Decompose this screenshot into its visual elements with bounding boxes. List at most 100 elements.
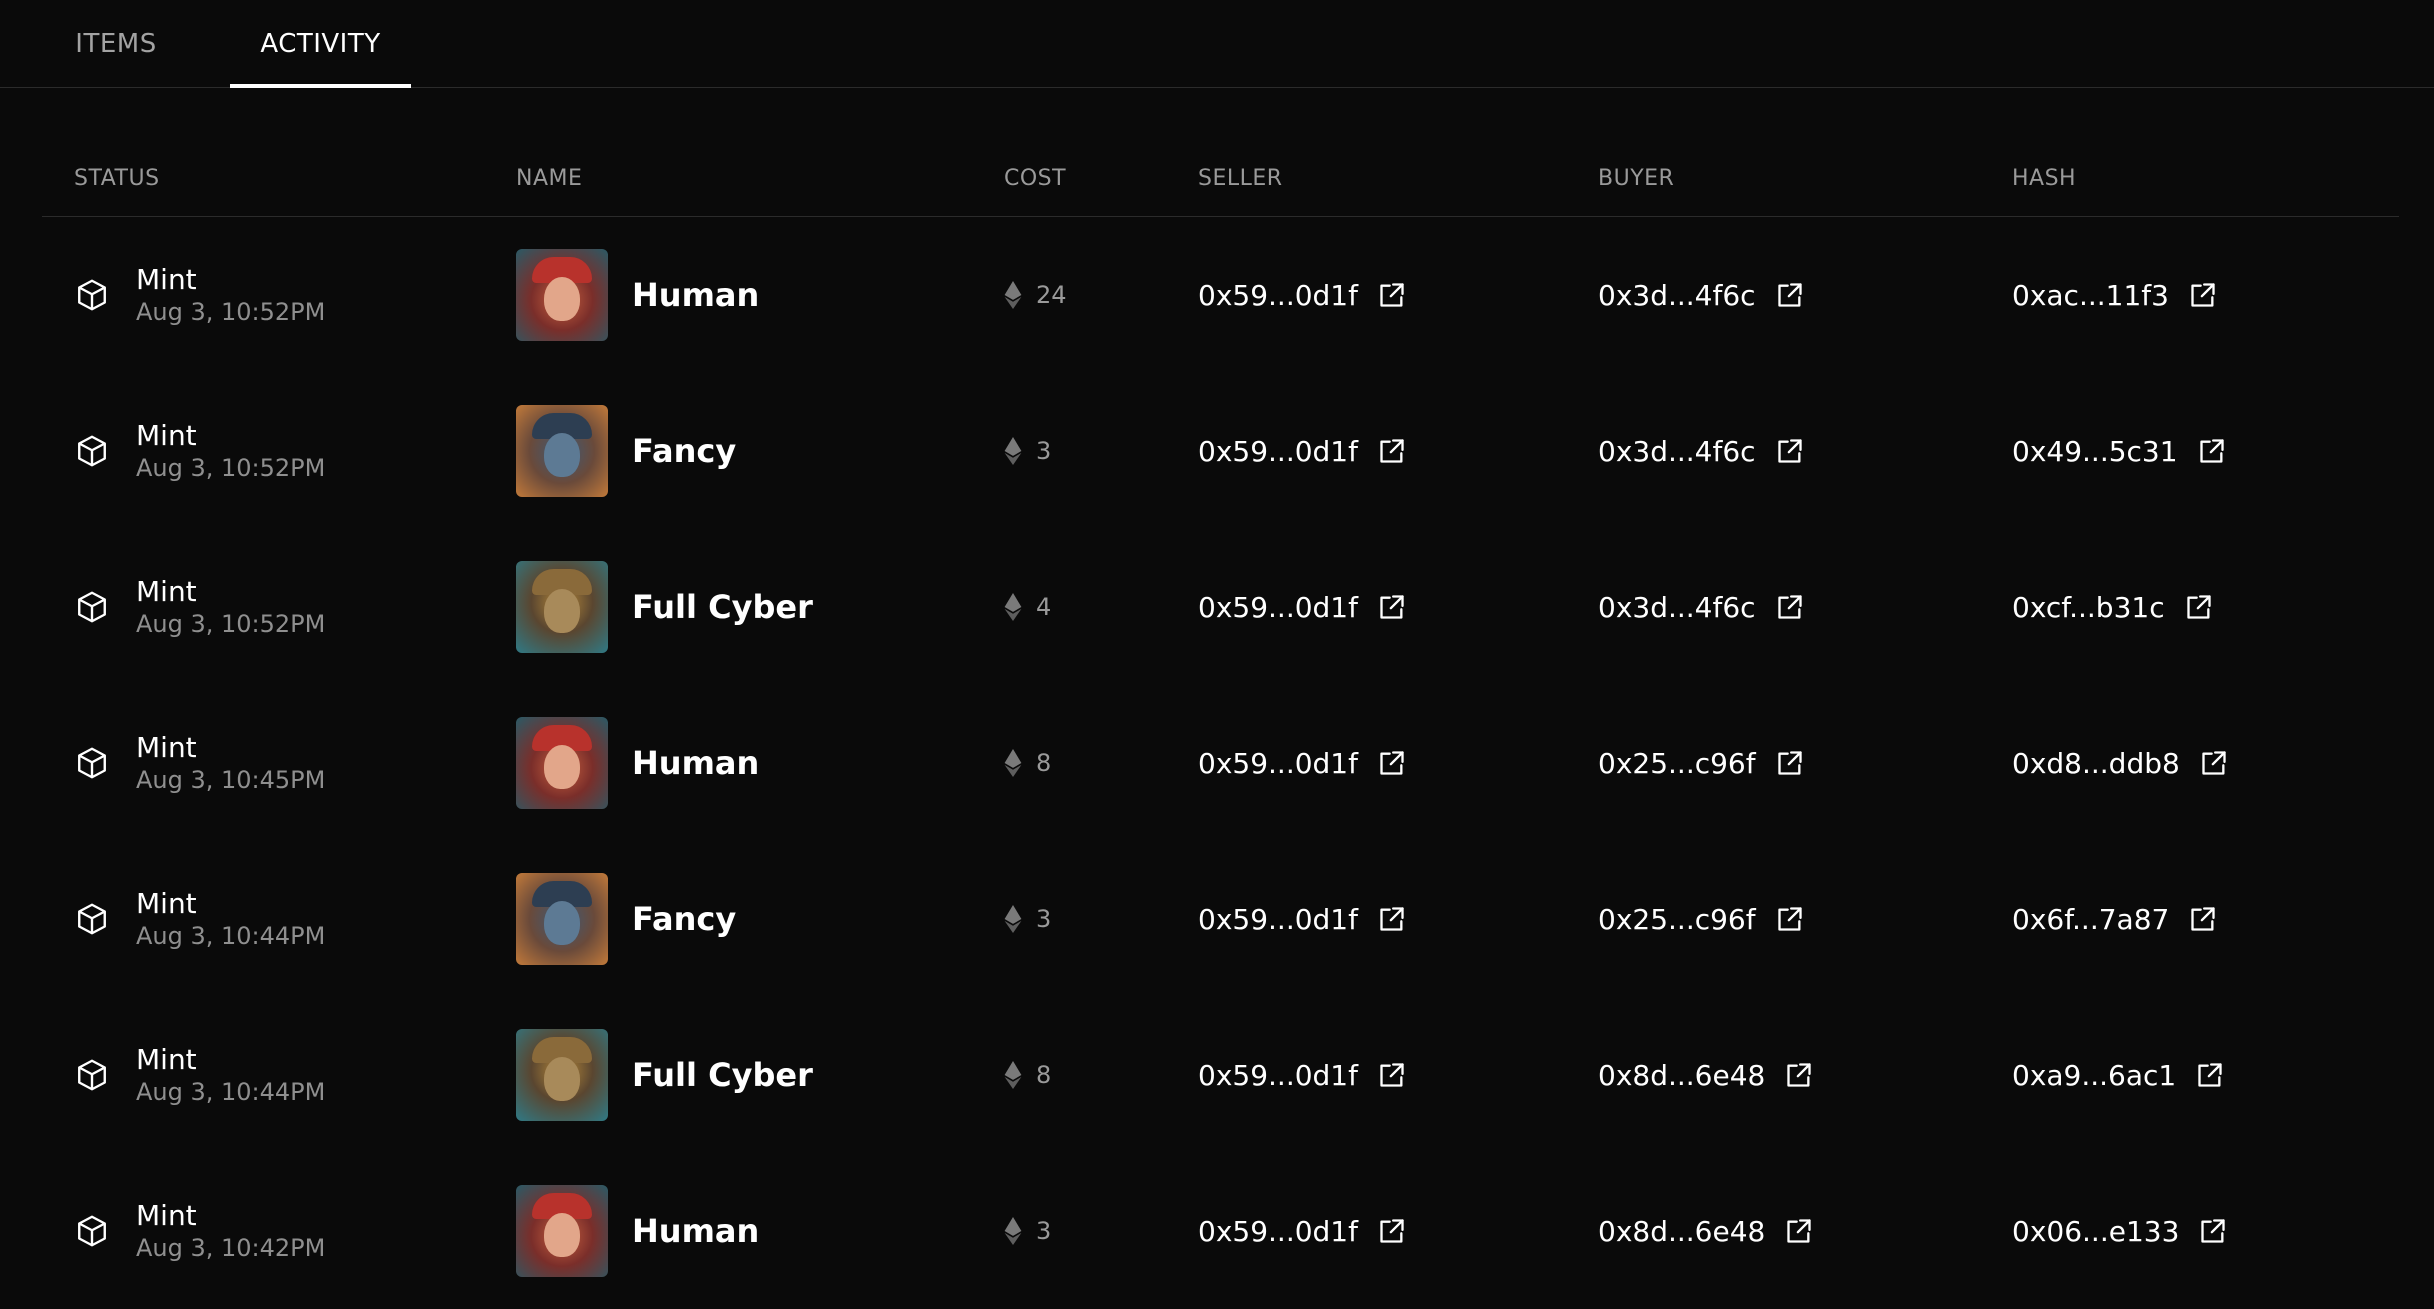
external-link-icon[interactable] xyxy=(2189,905,2217,933)
item-name[interactable]: Human xyxy=(632,744,759,782)
seller-address[interactable]: 0x59...0d1f xyxy=(1198,279,1358,312)
external-link-icon[interactable] xyxy=(1378,437,1406,465)
status-timestamp: Aug 3, 10:44PM xyxy=(136,922,326,950)
table-row[interactable]: Mint Aug 3, 10:44PM Full Cyber 8 0x59...… xyxy=(42,997,2399,1153)
item-name[interactable]: Fancy xyxy=(632,432,736,470)
status-timestamp: Aug 3, 10:52PM xyxy=(136,298,326,326)
external-link-icon[interactable] xyxy=(1776,593,1804,621)
seller-cell: 0x59...0d1f xyxy=(1198,373,1406,529)
transaction-hash[interactable]: 0x06...e133 xyxy=(2012,1215,2179,1248)
external-link-icon[interactable] xyxy=(1776,905,1804,933)
name-cell[interactable]: Full Cyber xyxy=(516,997,813,1153)
item-name[interactable]: Fancy xyxy=(632,900,736,938)
cost-cell: 8 xyxy=(1004,997,1051,1153)
cost-value: 24 xyxy=(1036,281,1067,309)
nft-thumbnail[interactable] xyxy=(516,405,608,497)
external-link-icon[interactable] xyxy=(1378,281,1406,309)
table-row[interactable]: Mint Aug 3, 10:52PM Fancy 3 0x59...0d1f xyxy=(42,373,2399,529)
table-row[interactable]: Mint Aug 3, 10:52PM Human 24 0x59...0d1f xyxy=(42,217,2399,373)
status-cell: Mint Aug 3, 10:44PM xyxy=(74,997,325,1153)
nft-thumbnail[interactable] xyxy=(516,249,608,341)
buyer-address[interactable]: 0x8d...6e48 xyxy=(1598,1059,1765,1092)
buyer-cell: 0x3d...4f6c xyxy=(1598,373,1804,529)
item-name[interactable]: Human xyxy=(632,276,759,314)
seller-address[interactable]: 0x59...0d1f xyxy=(1198,1059,1358,1092)
buyer-address[interactable]: 0x3d...4f6c xyxy=(1598,435,1756,468)
external-link-icon[interactable] xyxy=(1785,1217,1813,1245)
external-link-icon[interactable] xyxy=(1378,905,1406,933)
item-name[interactable]: Full Cyber xyxy=(632,1056,813,1094)
buyer-address[interactable]: 0x3d...4f6c xyxy=(1598,279,1756,312)
seller-address[interactable]: 0x59...0d1f xyxy=(1198,747,1358,780)
external-link-icon[interactable] xyxy=(2189,281,2217,309)
status-label: Mint xyxy=(136,731,197,764)
external-link-icon[interactable] xyxy=(1378,1217,1406,1245)
name-cell[interactable]: Human xyxy=(516,217,759,373)
seller-address[interactable]: 0x59...0d1f xyxy=(1198,435,1358,468)
table-row[interactable]: Mint Aug 3, 10:42PM Human 3 0x59...0d1f xyxy=(42,1153,2399,1309)
tab-activity[interactable]: ACTIVITY xyxy=(230,0,411,88)
external-link-icon[interactable] xyxy=(2199,1217,2227,1245)
nft-thumbnail[interactable] xyxy=(516,1185,608,1277)
transaction-hash[interactable]: 0x49...5c31 xyxy=(2012,435,2178,468)
item-name[interactable]: Human xyxy=(632,1212,759,1250)
buyer-address[interactable]: 0x8d...6e48 xyxy=(1598,1215,1765,1248)
transaction-hash[interactable]: 0xcf...b31c xyxy=(2012,591,2165,624)
external-link-icon[interactable] xyxy=(1378,593,1406,621)
name-cell[interactable]: Fancy xyxy=(516,373,736,529)
seller-address[interactable]: 0x59...0d1f xyxy=(1198,591,1358,624)
cost-cell: 4 xyxy=(1004,529,1051,685)
external-link-icon[interactable] xyxy=(1785,1061,1813,1089)
seller-address[interactable]: 0x59...0d1f xyxy=(1198,903,1358,936)
status-label: Mint xyxy=(136,1043,197,1076)
external-link-icon[interactable] xyxy=(2198,437,2226,465)
external-link-icon[interactable] xyxy=(2185,593,2213,621)
seller-cell: 0x59...0d1f xyxy=(1198,841,1406,997)
nft-thumbnail[interactable] xyxy=(516,717,608,809)
seller-cell: 0x59...0d1f xyxy=(1198,1153,1406,1309)
external-link-icon[interactable] xyxy=(1378,1061,1406,1089)
status-label: Mint xyxy=(136,419,197,452)
external-link-icon[interactable] xyxy=(2200,749,2228,777)
name-cell[interactable]: Full Cyber xyxy=(516,529,813,685)
buyer-address[interactable]: 0x25...c96f xyxy=(1598,747,1756,780)
activity-table: STATUS NAME COST SELLER BUYER HASH Mint … xyxy=(42,150,2399,1309)
status-cell: Mint Aug 3, 10:45PM xyxy=(74,685,325,841)
external-link-icon[interactable] xyxy=(2196,1061,2224,1089)
hash-cell: 0xcf...b31c xyxy=(2012,529,2213,685)
name-cell[interactable]: Human xyxy=(516,685,759,841)
transaction-hash[interactable]: 0xd8...ddb8 xyxy=(2012,747,2180,780)
buyer-cell: 0x8d...6e48 xyxy=(1598,1153,1813,1309)
tab-items[interactable]: ITEMS xyxy=(75,0,157,87)
name-cell[interactable]: Human xyxy=(516,1153,759,1309)
buyer-address[interactable]: 0x3d...4f6c xyxy=(1598,591,1756,624)
nft-thumbnail[interactable] xyxy=(516,873,608,965)
status-label: Mint xyxy=(136,575,197,608)
cube-icon xyxy=(78,279,106,311)
buyer-address[interactable]: 0x25...c96f xyxy=(1598,903,1756,936)
transaction-hash[interactable]: 0xac...11f3 xyxy=(2012,279,2169,312)
ethereum-icon xyxy=(1004,593,1022,621)
status-cell: Mint Aug 3, 10:52PM xyxy=(74,529,325,685)
nft-thumbnail[interactable] xyxy=(516,561,608,653)
item-name[interactable]: Full Cyber xyxy=(632,588,813,626)
table-row[interactable]: Mint Aug 3, 10:52PM Full Cyber 4 0x59...… xyxy=(42,529,2399,685)
hash-cell: 0x06...e133 xyxy=(2012,1153,2227,1309)
external-link-icon[interactable] xyxy=(1776,281,1804,309)
seller-address[interactable]: 0x59...0d1f xyxy=(1198,1215,1358,1248)
buyer-cell: 0x3d...4f6c xyxy=(1598,217,1804,373)
seller-cell: 0x59...0d1f xyxy=(1198,685,1406,841)
external-link-icon[interactable] xyxy=(1776,749,1804,777)
table-row[interactable]: Mint Aug 3, 10:44PM Fancy 3 0x59...0d1f xyxy=(42,841,2399,997)
external-link-icon[interactable] xyxy=(1776,437,1804,465)
transaction-hash[interactable]: 0x6f...7a87 xyxy=(2012,903,2169,936)
cost-cell: 24 xyxy=(1004,217,1067,373)
cost-value: 8 xyxy=(1036,749,1052,777)
nft-thumbnail[interactable] xyxy=(516,1029,608,1121)
hash-cell: 0xac...11f3 xyxy=(2012,217,2217,373)
cost-cell: 3 xyxy=(1004,1153,1051,1309)
name-cell[interactable]: Fancy xyxy=(516,841,736,997)
external-link-icon[interactable] xyxy=(1378,749,1406,777)
table-row[interactable]: Mint Aug 3, 10:45PM Human 8 0x59...0d1f xyxy=(42,685,2399,841)
transaction-hash[interactable]: 0xa9...6ac1 xyxy=(2012,1059,2176,1092)
